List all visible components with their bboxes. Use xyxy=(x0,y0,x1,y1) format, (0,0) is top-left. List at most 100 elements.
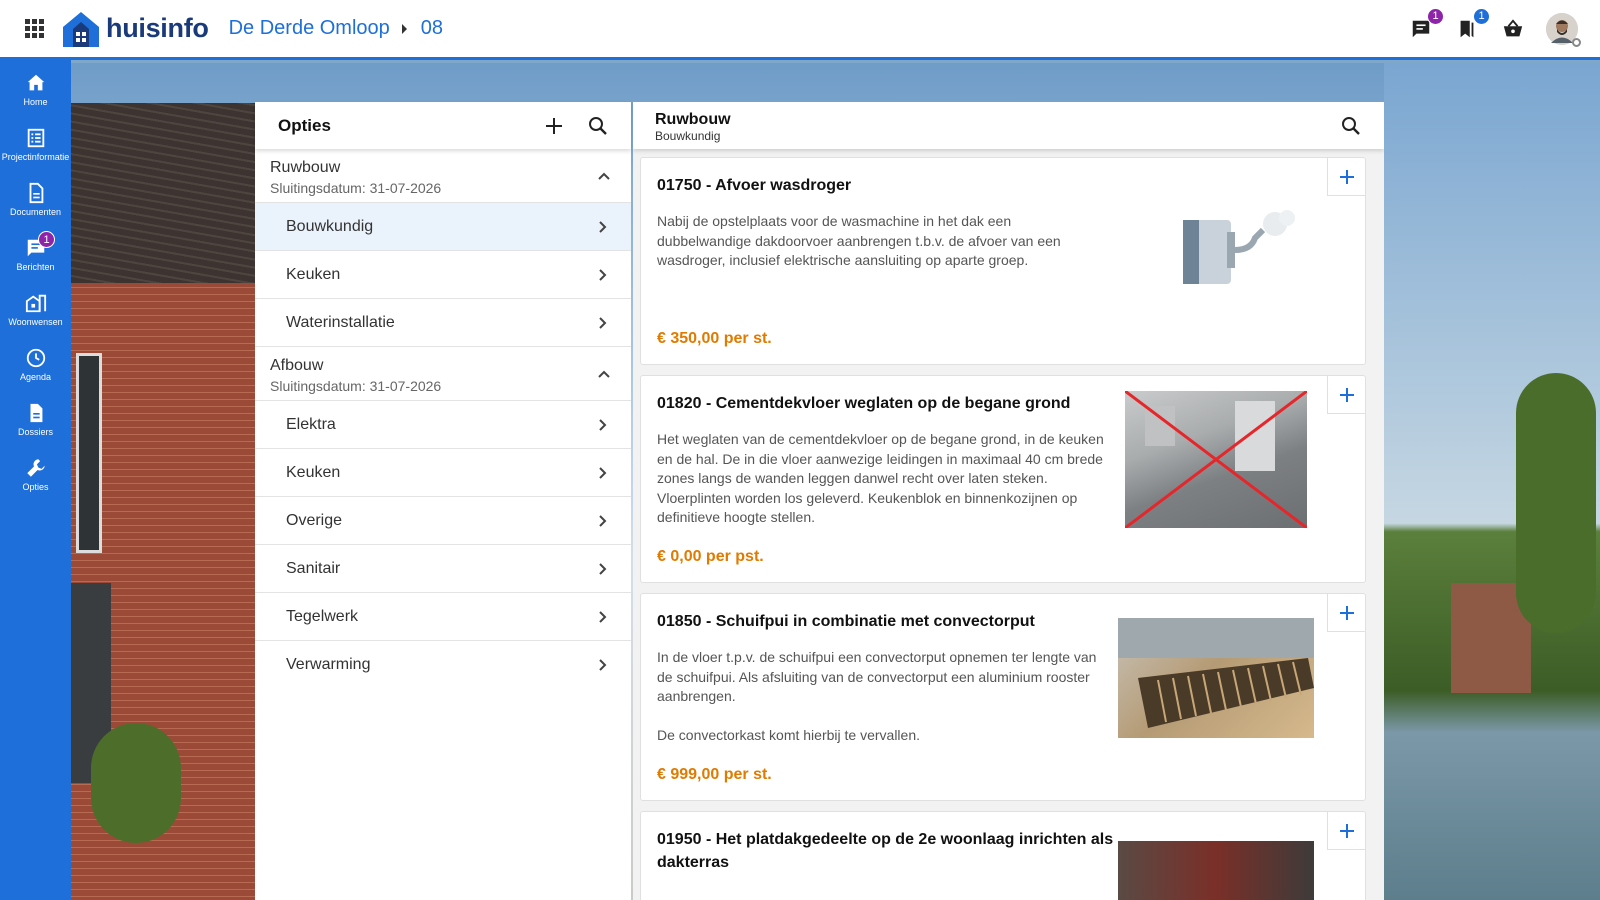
bookmarks-button[interactable]: 1 xyxy=(1454,7,1490,42)
breadcrumb-project[interactable]: De Derde Omloop xyxy=(229,17,390,40)
nav-label: Woonwensen xyxy=(8,316,63,327)
option-cards: 01750 - Afvoer wasdroger Nabij de opstel… xyxy=(633,149,1384,900)
nav-item-projectinformatie[interactable]: Projectinformatie xyxy=(0,117,71,171)
list-item-verwarming[interactable]: Verwarming xyxy=(255,641,631,689)
option-title: 01950 - Het platdakgedeelte op de 2e woo… xyxy=(657,831,1114,871)
bookmarks-badge: 1 xyxy=(1473,7,1490,25)
options-panel-title: Opties xyxy=(278,115,331,135)
nav-item-documenten[interactable]: Documenten xyxy=(0,172,71,226)
add-option-button[interactable] xyxy=(1327,812,1365,850)
nav-label: Opties xyxy=(22,481,49,492)
bush xyxy=(91,723,181,843)
search-icon xyxy=(1342,117,1360,135)
breadcrumb-separator-icon xyxy=(401,23,407,34)
list-item-label: Bouwkundig xyxy=(286,217,374,235)
house-roof xyxy=(71,103,261,283)
option-title: 01750 - Afvoer wasdroger xyxy=(657,177,852,194)
chevron-right-icon xyxy=(599,269,607,281)
add-option-button[interactable] xyxy=(1327,158,1365,196)
add-option-button[interactable] xyxy=(543,115,565,137)
chevron-right-icon xyxy=(599,221,607,233)
nav-item-home[interactable]: Home xyxy=(0,62,71,116)
list-item-keuken[interactable]: Keuken xyxy=(255,251,631,299)
options-panel: Opties Ruwbouw Sluitingsdatum: 31-07-202… xyxy=(255,102,631,900)
list-item-label: Waterinstallatie xyxy=(286,313,395,331)
nav-label: Berichten xyxy=(16,261,55,272)
option-price: € 0,00 per pst. xyxy=(657,548,764,565)
option-price: € 999,00 per st. xyxy=(657,766,772,783)
option-description: Het weglaten van de cementdekvloer op de… xyxy=(657,431,1104,525)
nav-item-berichten[interactable]: 1 Berichten xyxy=(0,227,71,281)
nav-label: Agenda xyxy=(19,371,52,382)
clock-icon xyxy=(26,348,45,367)
avatar[interactable] xyxy=(1546,12,1581,47)
chevron-right-icon xyxy=(599,611,607,623)
add-option-button[interactable] xyxy=(1327,594,1365,632)
logo-house-icon xyxy=(63,11,99,47)
breadcrumb-house[interactable]: 08 xyxy=(421,17,443,40)
option-details-panel: Ruwbouw Bouwkundig 01750 - Afvoer wasdro… xyxy=(633,102,1384,900)
option-price: € 350,00 per st. xyxy=(657,330,772,347)
nav-label: Documenten xyxy=(9,206,62,217)
list-item-label: Tegelwerk xyxy=(286,607,359,625)
add-option-button[interactable] xyxy=(1327,376,1365,414)
search-details-button[interactable] xyxy=(1340,115,1362,137)
option-card: 01850 - Schuifpui in combinatie met conv… xyxy=(640,593,1366,801)
dryer-image xyxy=(1183,210,1295,284)
nav-label: Projectinformatie xyxy=(1,151,70,162)
convector-image xyxy=(1118,618,1314,738)
berichten-badge: 1 xyxy=(38,231,55,248)
messages-badge: 1 xyxy=(1427,7,1444,25)
logo[interactable]: huisinfo xyxy=(60,9,209,49)
list-item-label: Verwarming xyxy=(286,656,371,673)
list-item-label: Overige xyxy=(286,511,343,529)
status-indicator xyxy=(1572,37,1581,47)
group-closing-date: Sluitingsdatum: 31-07-2026 xyxy=(270,180,442,196)
nav-item-opties[interactable]: Opties xyxy=(0,447,71,501)
option-description: In de vloer t.p.v. de schuifpui een conv… xyxy=(657,649,1097,743)
options-panel-header: Opties xyxy=(255,102,631,149)
convector-grille-graphic xyxy=(1118,618,1314,728)
plus-icon xyxy=(1339,605,1354,620)
nav-item-agenda[interactable]: Agenda xyxy=(0,337,71,391)
document-icon xyxy=(29,182,43,203)
top-bar: huisinfo De Derde Omloop 08 1 1 xyxy=(0,0,1600,60)
nav-item-woonwensen[interactable]: Woonwensen xyxy=(0,282,71,336)
list-item-label: Sanitair xyxy=(286,559,341,577)
search-options-button[interactable] xyxy=(587,115,609,137)
file-icon xyxy=(30,403,42,422)
plus-icon xyxy=(1339,169,1354,184)
option-card: 01950 - Het platdakgedeelte op de 2e woo… xyxy=(640,811,1366,900)
basket-button[interactable] xyxy=(1500,16,1526,42)
option-card: 01750 - Afvoer wasdroger Nabij de opstel… xyxy=(640,157,1366,365)
apps-grid-icon[interactable] xyxy=(22,17,46,41)
list-item-waterinstallatie[interactable]: Waterinstallatie xyxy=(255,299,631,347)
chevron-right-icon xyxy=(599,419,607,431)
house-window xyxy=(76,353,102,553)
details-title: Ruwbouw xyxy=(655,111,731,128)
plus-icon xyxy=(1339,387,1354,402)
nav-label: Home xyxy=(23,96,48,107)
list-item-keuken[interactable]: Keuken xyxy=(255,449,631,497)
basket-icon xyxy=(1503,18,1523,36)
building-icon xyxy=(25,294,46,312)
messages-button[interactable]: 1 xyxy=(1408,7,1444,42)
group-name: Afbouw xyxy=(270,357,324,374)
nav-item-dossiers[interactable]: Dossiers xyxy=(0,392,71,446)
list-item-elektra[interactable]: Elektra xyxy=(255,401,631,449)
cross-out-icon xyxy=(1124,389,1308,530)
chevron-right-icon xyxy=(599,515,607,527)
group-afbouw[interactable]: Afbouw Sluitingsdatum: 31-07-2026 xyxy=(255,347,631,401)
group-name: Ruwbouw xyxy=(270,159,341,176)
list-item-label: Keuken xyxy=(286,463,341,481)
list-item-bouwkundig[interactable]: Bouwkundig xyxy=(255,203,631,251)
option-title: 01820 - Cementdekvloer weglaten op de be… xyxy=(657,395,1071,412)
side-nav: Home Projectinformatie Documenten 1 Beri… xyxy=(0,60,71,900)
group-closing-date: Sluitingsdatum: 31-07-2026 xyxy=(270,378,442,394)
list-item-overige[interactable]: Overige xyxy=(255,497,631,545)
group-ruwbouw[interactable]: Ruwbouw Sluitingsdatum: 31-07-2026 xyxy=(255,149,631,203)
list-item-tegelwerk[interactable]: Tegelwerk xyxy=(255,593,631,641)
list-item-label: Keuken xyxy=(286,265,341,283)
list-item-sanitair[interactable]: Sanitair xyxy=(255,545,631,593)
chevron-right-icon xyxy=(599,317,607,329)
